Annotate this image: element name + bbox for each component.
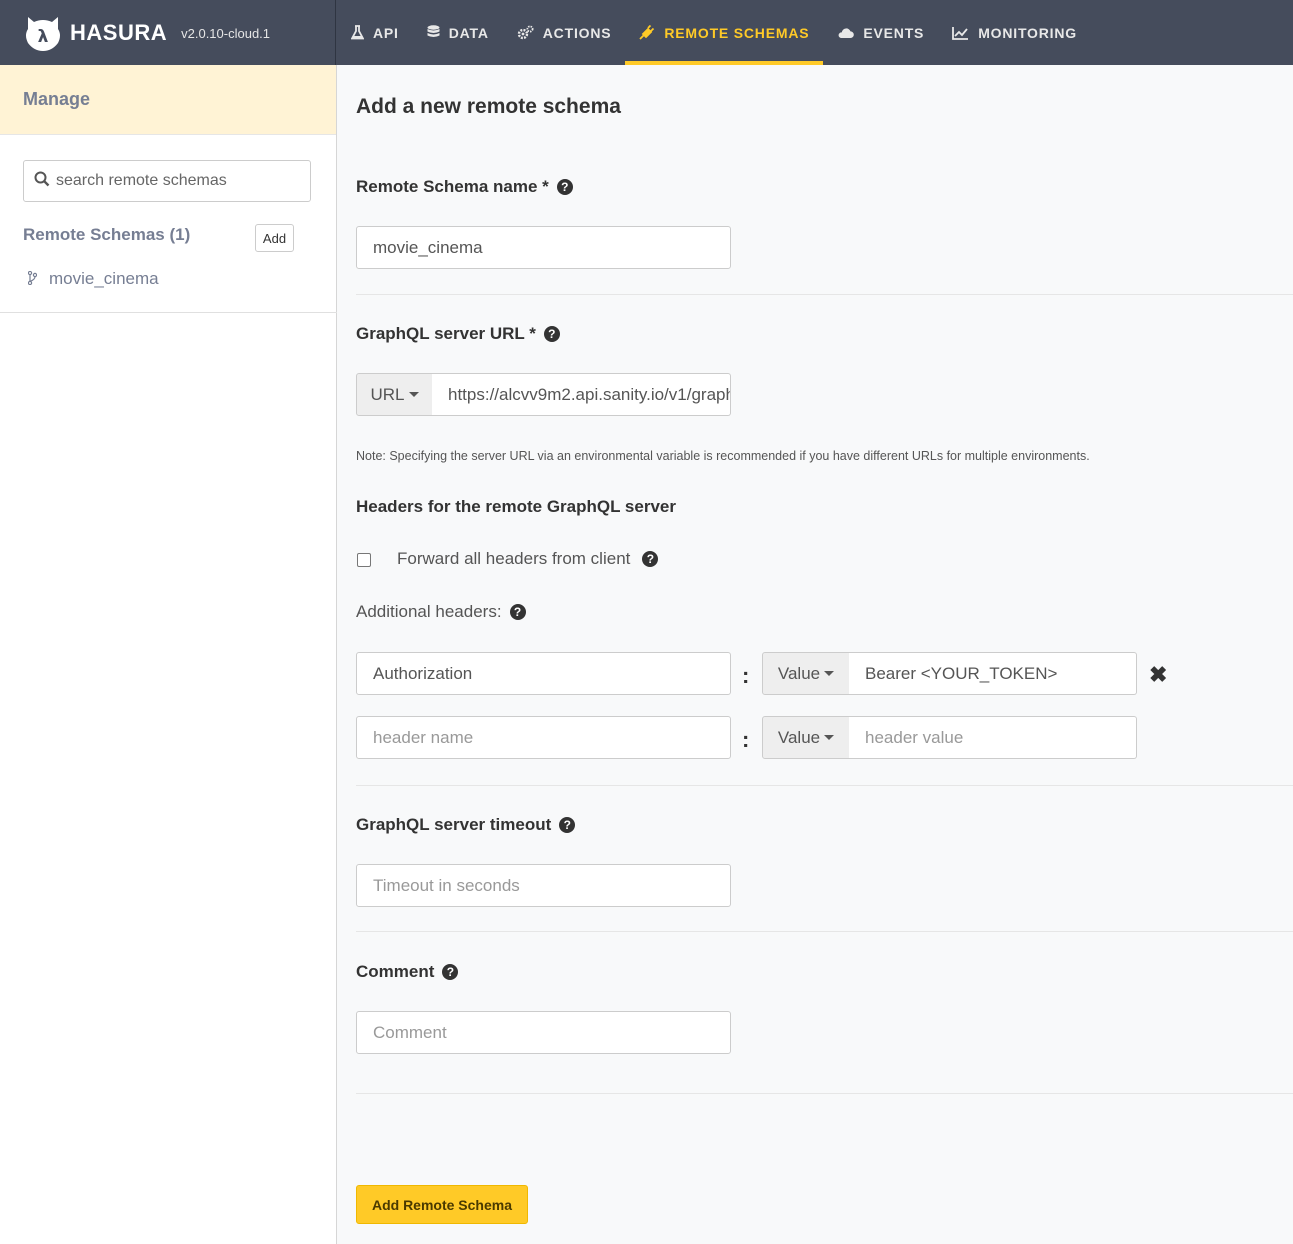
new-header-type-label: Value <box>777 727 821 747</box>
question-circle-icon[interactable]: ? <box>642 551 659 567</box>
remove-header-icon[interactable]: ✖ <box>1149 662 1167 688</box>
comment-input[interactable] <box>373 1022 730 1043</box>
schema-name-label: Remote Schema name * ? <box>356 177 573 197</box>
question-circle-icon[interactable]: ? <box>559 817 576 833</box>
add-remote-schema-button[interactable]: Add <box>255 224 294 252</box>
plug-icon <box>639 25 655 40</box>
question-circle-icon[interactable]: ? <box>509 604 526 620</box>
server-url-label-text: GraphQL server URL * <box>356 324 536 343</box>
schema-name-field[interactable] <box>356 226 731 269</box>
main-content: Add a new remote schema Remote Schema na… <box>337 65 1293 1244</box>
question-circle-icon[interactable]: ? <box>556 179 573 195</box>
sidebar-divider <box>0 312 337 313</box>
header-type-label: Value <box>777 663 821 683</box>
section-divider <box>356 931 1293 932</box>
comment-label: Comment ? <box>356 962 459 982</box>
url-type-dropdown[interactable]: URL <box>356 373 433 416</box>
sidebar-item-movie-cinema[interactable]: movie_cinema <box>27 269 159 289</box>
additional-headers-label: Additional headers: ? <box>356 602 526 622</box>
caret-down-icon <box>824 671 835 676</box>
section-divider <box>356 1093 1293 1094</box>
forward-headers-label-text: Forward all headers from client <box>397 549 631 568</box>
nav-events-label: EVENTS <box>863 24 925 41</box>
nav-data-label: DATA <box>448 24 489 41</box>
timeout-input[interactable] <box>373 875 730 896</box>
url-note: Note: Specifying the server URL via an e… <box>356 449 1090 463</box>
forward-headers-label: Forward all headers from client ? <box>397 549 659 569</box>
nav-remote-schemas[interactable]: REMOTE SCHEMAS <box>625 0 824 65</box>
new-header-type-dropdown[interactable]: Value <box>762 716 850 759</box>
header-type-dropdown[interactable]: Value <box>762 652 850 695</box>
page-title: Add a new remote schema <box>356 95 621 118</box>
header-separator: : <box>742 663 750 688</box>
schema-name-input[interactable] <box>373 237 730 258</box>
sidebar-manage-header[interactable]: Manage <box>0 65 336 135</box>
nav-actions-label: ACTIONS <box>542 24 612 41</box>
timeout-label: GraphQL server timeout ? <box>356 815 576 835</box>
header-value-field[interactable] <box>849 652 1137 695</box>
sidebar: Manage Remote Schemas (1) Add movie_cine… <box>0 65 337 1244</box>
nav-monitoring[interactable]: MONITORING <box>938 0 1091 65</box>
section-divider <box>356 785 1293 786</box>
nav-actions[interactable]: ACTIONS <box>503 0 626 65</box>
hasura-logo-icon: λ <box>22 13 64 53</box>
new-header-name-field[interactable] <box>356 716 731 759</box>
cloud-icon <box>837 26 855 39</box>
version-label: v2.0.10-cloud.1 <box>181 26 271 41</box>
brand[interactable]: λ HASURA v2.0.10-cloud.1 <box>0 0 336 65</box>
svg-text:λ: λ <box>38 27 49 47</box>
code-branch-icon <box>27 270 38 288</box>
new-header-value-input[interactable] <box>865 727 1136 748</box>
server-url-input[interactable] <box>448 384 730 405</box>
new-header-name-input[interactable] <box>373 727 730 748</box>
search-icon <box>34 171 50 192</box>
nav-api[interactable]: API <box>337 0 413 65</box>
caret-down-icon <box>408 392 419 397</box>
server-url-field[interactable] <box>432 373 731 416</box>
remote-schemas-count: Remote Schemas (1) <box>23 225 191 244</box>
schema-name-label-text: Remote Schema name * <box>356 177 549 196</box>
nav-remote-schemas-label: REMOTE SCHEMAS <box>664 24 810 41</box>
section-divider <box>356 294 1293 295</box>
header-name-field[interactable] <box>356 652 731 695</box>
timeout-label-text: GraphQL server timeout <box>356 815 552 834</box>
question-circle-icon[interactable]: ? <box>543 326 560 342</box>
url-type-label: URL <box>370 384 405 404</box>
additional-headers-label-text: Additional headers: <box>356 602 502 621</box>
forward-headers-checkbox[interactable] <box>357 553 371 567</box>
comment-field[interactable] <box>356 1011 731 1054</box>
new-header-value-field[interactable] <box>849 716 1137 759</box>
sidebar-item-label: movie_cinema <box>49 269 159 288</box>
nav-api-label: API <box>373 24 399 41</box>
header-name-input[interactable] <box>373 663 730 684</box>
question-circle-icon[interactable]: ? <box>442 964 459 980</box>
flask-icon <box>351 25 364 40</box>
nav-events[interactable]: EVENTS <box>823 0 938 65</box>
cogs-icon <box>517 25 534 40</box>
top-navbar: λ HASURA v2.0.10-cloud.1 API DATA ACTION… <box>0 0 1293 65</box>
database-icon <box>427 25 440 40</box>
header-value-input[interactable] <box>865 663 1136 684</box>
comment-label-text: Comment <box>356 962 435 981</box>
search-box[interactable] <box>23 160 311 202</box>
headers-label: Headers for the remote GraphQL server <box>356 497 676 516</box>
search-input[interactable] <box>56 172 296 190</box>
header-separator: : <box>742 727 750 752</box>
caret-down-icon <box>824 735 835 740</box>
nav-data[interactable]: DATA <box>413 0 503 65</box>
brand-name: HASURA <box>70 19 168 45</box>
main-nav: API DATA ACTIONS REMOTE SCHEMAS EVENTS M… <box>337 0 1091 65</box>
timeout-field[interactable] <box>356 864 731 907</box>
add-remote-schema-submit-button[interactable]: Add Remote Schema <box>356 1185 528 1224</box>
server-url-label: GraphQL server URL * ? <box>356 324 560 344</box>
nav-monitoring-label: MONITORING <box>978 24 1077 41</box>
line-chart-icon <box>952 26 969 40</box>
